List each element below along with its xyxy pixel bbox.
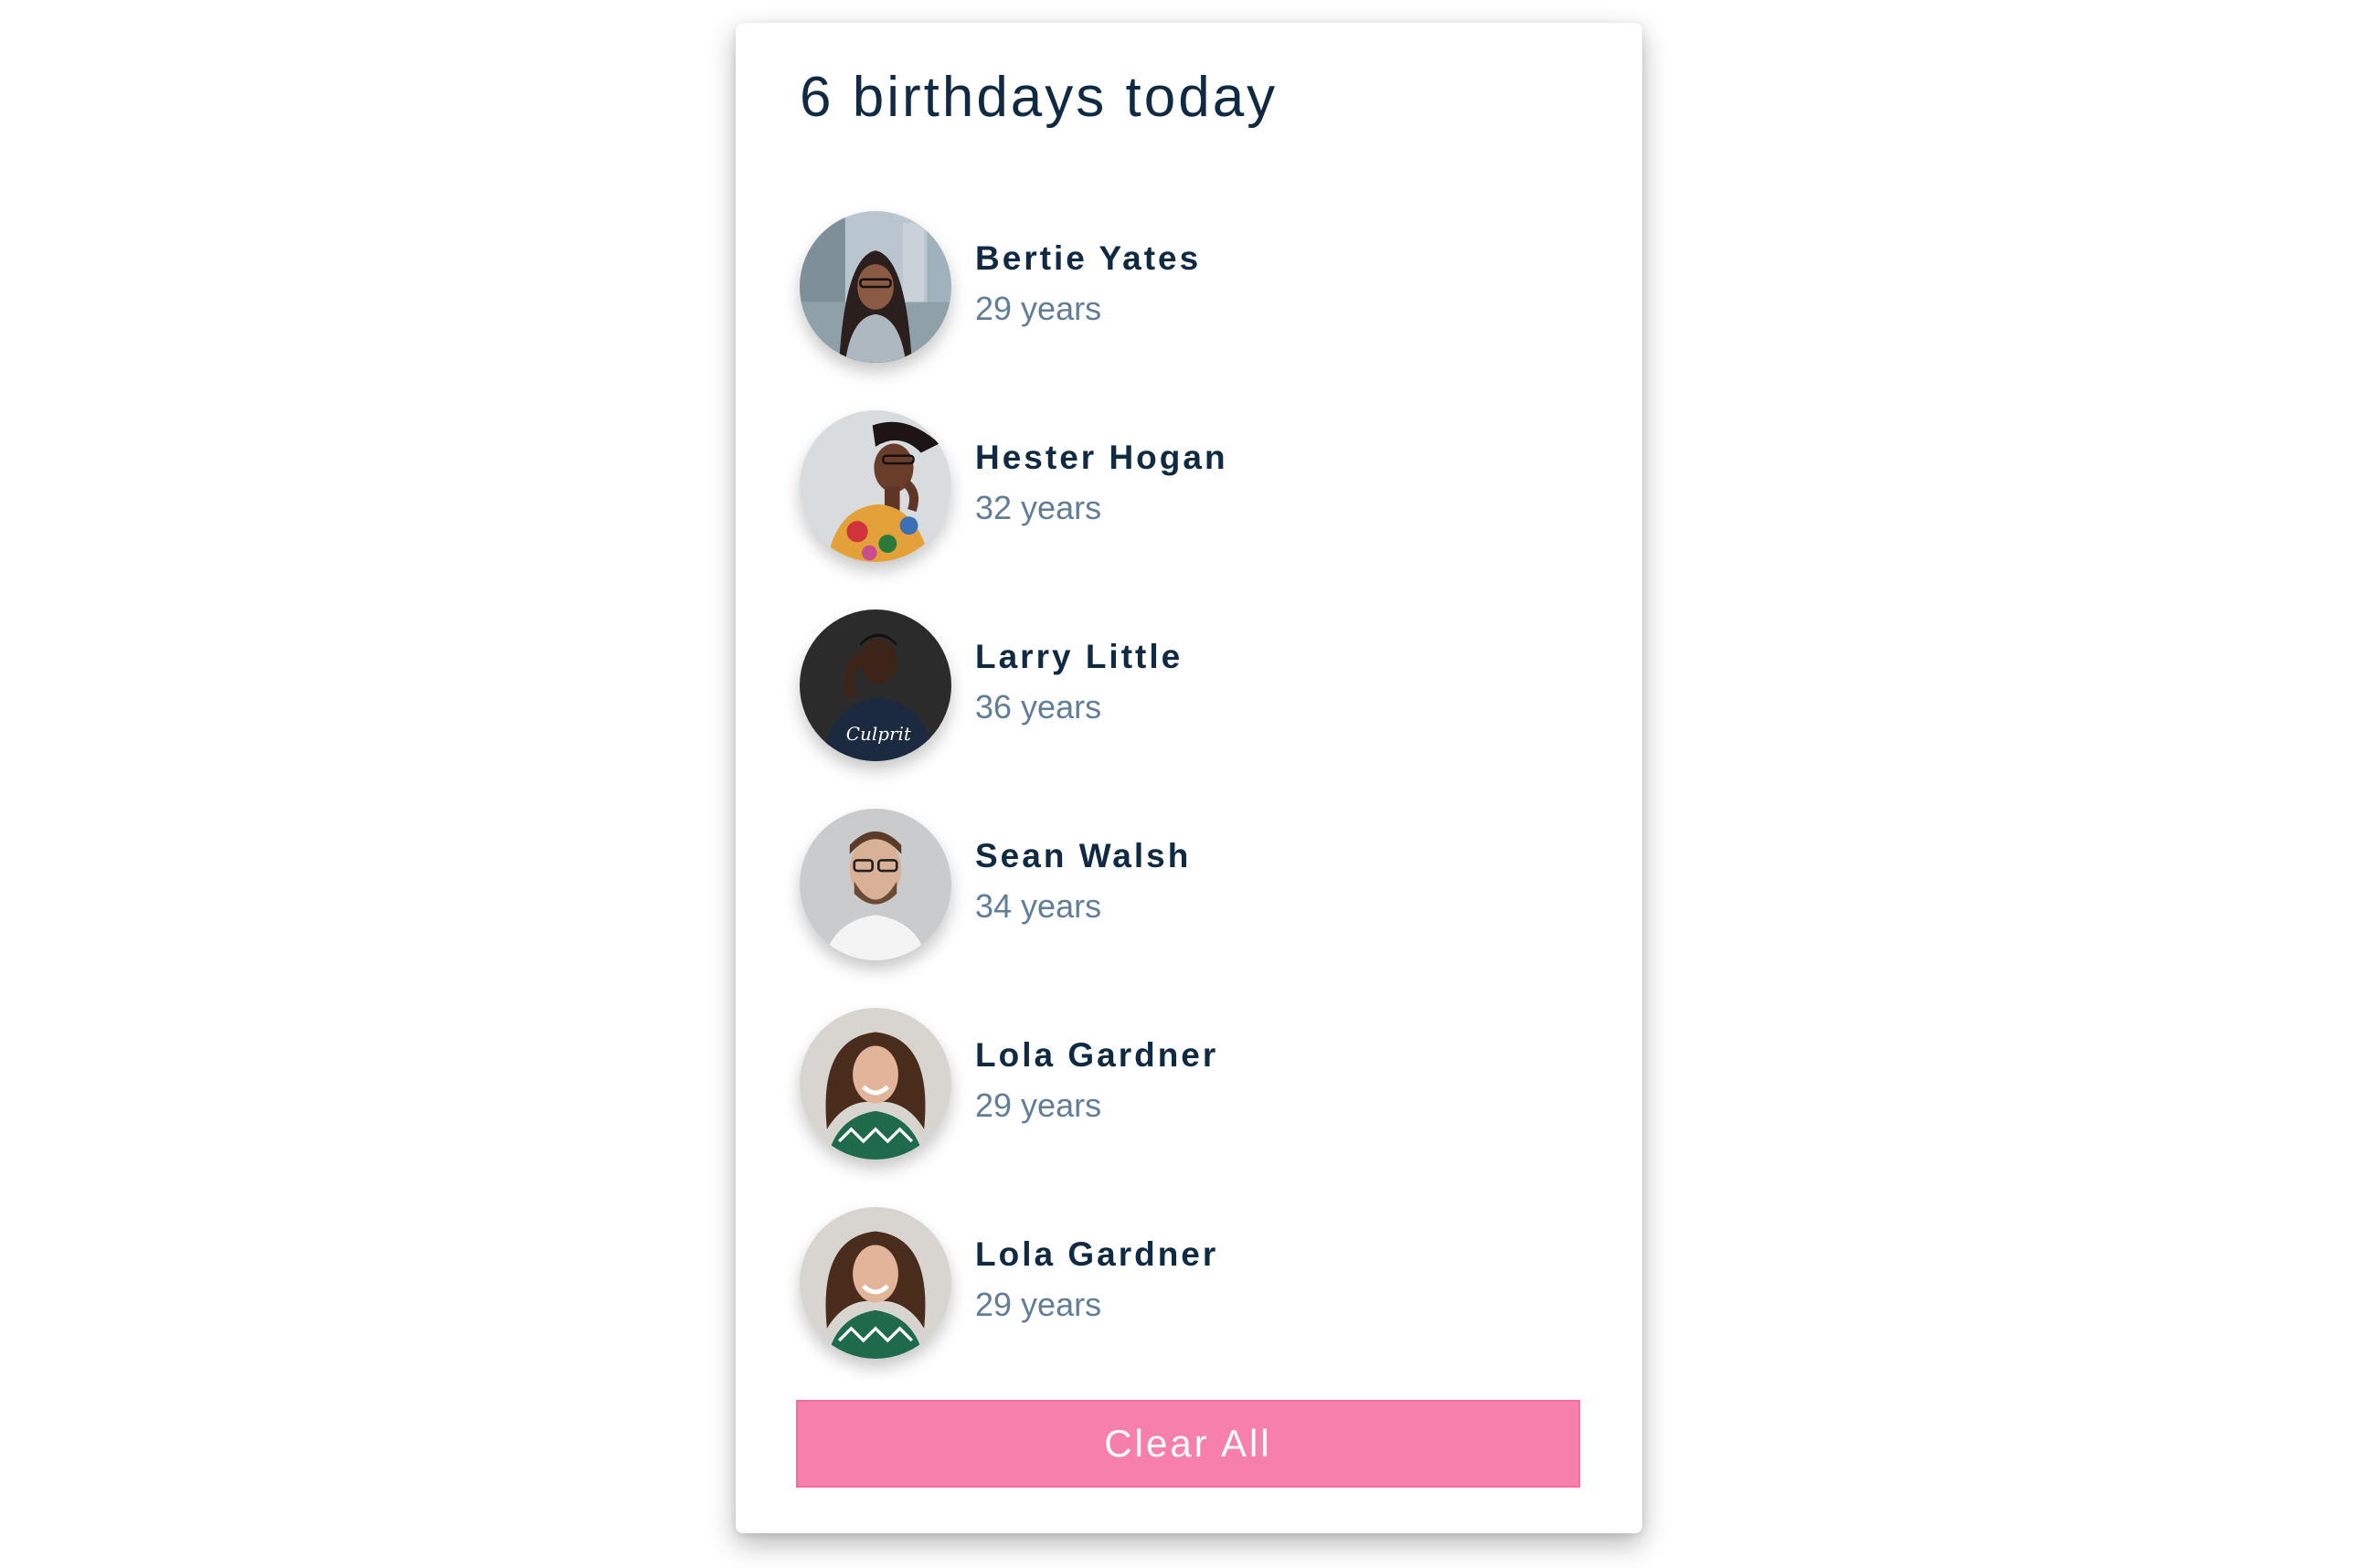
list-item: Culprit Larry Little 36 years <box>800 588 1586 761</box>
avatar-photo <box>800 1008 951 1160</box>
birthday-list: Bertie Yates 29 years Hester Hogan 32 ye… <box>800 189 1586 1384</box>
person-age: 34 years <box>975 887 1102 925</box>
birthday-card: 6 birthdays today Bertie Yates 29 years <box>736 23 1642 1533</box>
avatar-photo: Culprit <box>800 609 951 761</box>
avatar <box>800 1207 951 1359</box>
svg-text:Culprit: Culprit <box>846 724 912 745</box>
avatar <box>800 1008 951 1160</box>
avatar <box>800 809 951 960</box>
person-name: Larry Little <box>975 638 1184 675</box>
avatar-photo <box>800 410 951 562</box>
person-age: 36 years <box>975 688 1102 726</box>
list-item: Bertie Yates 29 years <box>800 189 1586 363</box>
page-title: 6 birthdays today <box>800 66 1279 129</box>
avatar <box>800 211 951 363</box>
avatar: Culprit <box>800 609 951 761</box>
person-age: 29 years <box>975 290 1102 327</box>
list-item: Sean Walsh 34 years <box>800 787 1586 960</box>
avatar <box>800 410 951 562</box>
person-name: Lola Gardner <box>975 1036 1219 1074</box>
person-name: Sean Walsh <box>975 837 1192 874</box>
avatar-photo <box>800 809 951 960</box>
person-name: Hester Hogan <box>975 439 1228 476</box>
person-name: Bertie Yates <box>975 239 1202 277</box>
person-age: 32 years <box>975 489 1102 526</box>
list-item: Lola Gardner 29 years <box>800 986 1586 1160</box>
list-item: Hester Hogan 32 years <box>800 388 1586 562</box>
avatar-photo <box>800 211 951 363</box>
person-age: 29 years <box>975 1286 1102 1323</box>
clear-all-button[interactable]: Clear All <box>796 1400 1580 1488</box>
person-age: 29 years <box>975 1086 1102 1124</box>
person-name: Lola Gardner <box>975 1235 1219 1273</box>
avatar-photo <box>800 1207 951 1359</box>
list-item: Lola Gardner 29 years <box>800 1185 1586 1359</box>
